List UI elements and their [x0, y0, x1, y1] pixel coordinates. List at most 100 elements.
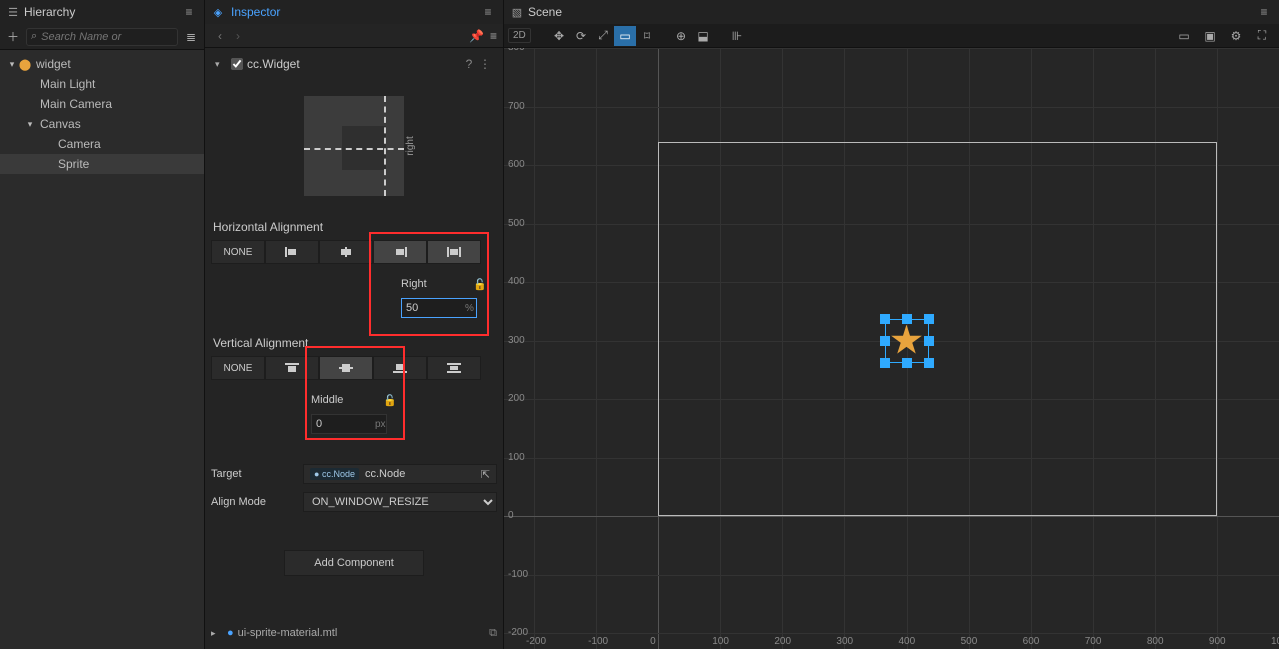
component-header[interactable]: ▾ cc.Widget ? ⋮	[211, 52, 497, 76]
tool-local[interactable]: ⬓	[692, 26, 714, 46]
grid-label-y: 700	[508, 101, 525, 112]
tool-fullscreen[interactable]: ⛶	[1251, 26, 1273, 46]
chevron-icon[interactable]: ▾	[6, 59, 18, 70]
handle-tr[interactable]	[924, 314, 934, 324]
scene-toolbar: 2D ✥ ⟳ ⤢ ▭ ⌑ ⊕ ⬓ ⊪ ▭ ▣ ⚙ ⛶	[504, 24, 1279, 48]
v-align-stretch[interactable]	[427, 356, 481, 380]
tree-item-label: Canvas	[40, 117, 81, 131]
grid-label-x: 900	[1209, 636, 1226, 647]
tree-item-sprite[interactable]: Sprite	[0, 154, 204, 174]
scene-title: Scene	[528, 5, 562, 19]
component-enabled-checkbox[interactable]	[231, 58, 243, 70]
handle-mr[interactable]	[924, 336, 934, 346]
tool-rect[interactable]: ▭	[614, 26, 636, 46]
hierarchy-menu-icon[interactable]: ≡	[180, 5, 198, 19]
grid-line-vertical	[596, 48, 597, 649]
copy-icon[interactable]: ⧉	[489, 627, 497, 640]
chevron-right-icon: ▸	[211, 628, 223, 639]
grid-line-vertical	[534, 48, 535, 649]
tree-item-label: Sprite	[58, 157, 89, 171]
handle-tl[interactable]	[880, 314, 890, 324]
grid-label-x: 500	[961, 636, 978, 647]
scene-canvas[interactable]: -200-10001002003004005006007008009001000…	[504, 48, 1279, 649]
tool-align[interactable]: ⊪	[726, 26, 748, 46]
v-align-top[interactable]	[265, 356, 319, 380]
grid-label-y: 800	[508, 48, 525, 53]
tree-item-main-camera[interactable]: Main Camera	[0, 94, 204, 114]
handle-tm[interactable]	[902, 314, 912, 324]
target-field[interactable]: ● cc.Node cc.Node ⇱	[303, 464, 497, 484]
tool-rotate[interactable]: ⟳	[570, 26, 592, 46]
scene-menu-icon[interactable]: ≡	[1255, 5, 1273, 19]
nav-back-button[interactable]: ‹	[211, 29, 229, 43]
grid-label-y: 200	[508, 393, 525, 404]
align-mode-row: Align Mode ON_WINDOW_RESIZE	[211, 490, 497, 514]
material-name: ui-sprite-material.mtl	[238, 627, 338, 639]
material-icon: ●	[227, 627, 234, 639]
handle-br[interactable]	[924, 358, 934, 368]
inspector-menu-icon[interactable]: ≡	[479, 5, 497, 19]
right-field-label: Right	[401, 278, 467, 290]
list-toggle-icon[interactable]: ≣	[182, 30, 200, 44]
tool-gizmo-settings[interactable]: ▭	[1173, 26, 1195, 46]
hierarchy-toolbar: ＋ ⌕ ≣	[0, 24, 204, 50]
grid-label-y: 400	[508, 276, 525, 287]
preview-dash-vertical	[384, 96, 386, 196]
dimension-toggle[interactable]: 2D	[508, 28, 531, 43]
tool-pivot[interactable]: ⊕	[670, 26, 692, 46]
tree-item-camera[interactable]: Camera	[0, 134, 204, 154]
handle-bm[interactable]	[902, 358, 912, 368]
tree-item-main-light[interactable]: Main Light	[0, 74, 204, 94]
h-align-right[interactable]	[373, 240, 427, 264]
sprite-gizmo[interactable]	[885, 319, 929, 363]
grid-label-x: 800	[1147, 636, 1164, 647]
scene-header: ▧ Scene ≡	[504, 0, 1279, 24]
component-menu-icon[interactable]: ⋮	[477, 57, 493, 71]
chevron-down-icon: ▾	[215, 59, 227, 70]
grid-label-x: 0	[650, 636, 656, 647]
lock-icon-2[interactable]: 🔓	[383, 394, 397, 407]
inspector-panel: ◈ Inspector ≡ ‹ › 📌 ≡ ▾ cc.Widget ? ⋮ ri…	[205, 0, 504, 649]
canvas-outline	[658, 142, 1217, 516]
material-row[interactable]: ▸ ● ui-sprite-material.mtl ⧉	[211, 623, 497, 643]
tool-settings[interactable]: ⚙	[1225, 26, 1247, 46]
grid-label-x: 200	[774, 636, 791, 647]
middle-input[interactable]	[311, 414, 387, 434]
tree-item-widget[interactable]: ▾⬤widget	[0, 54, 204, 74]
chevron-icon[interactable]: ▾	[24, 119, 36, 130]
add-component-button[interactable]: Add Component	[284, 550, 424, 576]
v-align-middle[interactable]	[319, 356, 373, 380]
right-input[interactable]	[401, 298, 477, 318]
target-label: Target	[211, 468, 303, 480]
v-align-bottom[interactable]	[373, 356, 427, 380]
search-icon: ⌕	[31, 30, 37, 43]
help-icon[interactable]: ?	[461, 57, 477, 71]
grid-line-horizontal	[504, 633, 1279, 634]
add-node-button[interactable]: ＋	[4, 28, 22, 45]
vertical-align-buttons: NONE	[211, 356, 497, 380]
search-input[interactable]	[41, 31, 173, 43]
h-align-none[interactable]: NONE	[211, 240, 265, 264]
tree-item-canvas[interactable]: ▾ Canvas	[0, 114, 204, 134]
cube-icon: ◈	[211, 5, 225, 19]
link-icon[interactable]: ⇱	[481, 468, 490, 481]
lock-icon[interactable]: 🔓	[473, 278, 487, 291]
align-mode-select[interactable]: ON_WINDOW_RESIZE	[303, 492, 497, 512]
tool-move[interactable]: ✥	[548, 26, 570, 46]
hierarchy-header: ☰ Hierarchy ≡	[0, 0, 204, 24]
nav-forward-button[interactable]: ›	[229, 29, 247, 43]
tool-scale[interactable]: ⤢	[592, 26, 614, 46]
inspector-sub-menu-icon[interactable]: ≡	[490, 29, 497, 43]
h-align-center[interactable]	[319, 240, 373, 264]
tool-snap[interactable]: ⌑	[636, 26, 658, 46]
target-row: Target ● cc.Node cc.Node ⇱	[211, 462, 497, 486]
h-align-stretch[interactable]	[427, 240, 481, 264]
hierarchy-search[interactable]: ⌕	[26, 28, 178, 46]
tool-camera[interactable]: ▣	[1199, 26, 1221, 46]
handle-ml[interactable]	[880, 336, 890, 346]
v-align-none[interactable]: NONE	[211, 356, 265, 380]
horizontal-align-buttons: NONE	[211, 240, 497, 264]
pin-icon[interactable]: 📌	[469, 29, 484, 43]
handle-bl[interactable]	[880, 358, 890, 368]
h-align-left[interactable]	[265, 240, 319, 264]
